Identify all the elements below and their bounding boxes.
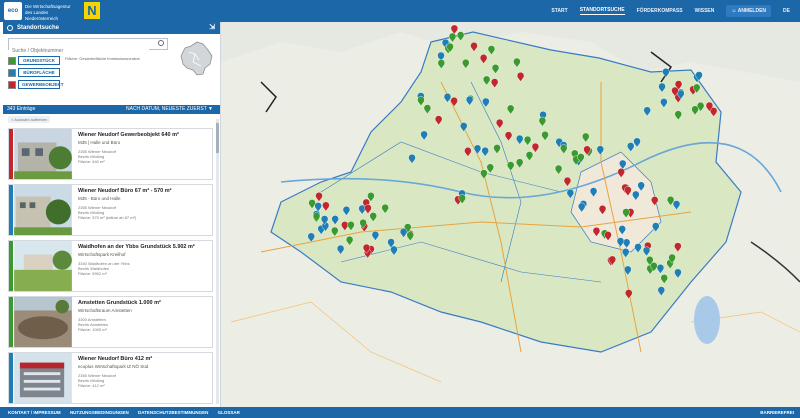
- footer: KONTAKT / IMPRESSUM NUTZUNGSBEDINGUNGEN …: [0, 407, 800, 418]
- main-nav: START STANDORTSUCHE FÖRDERKOMPASS WISSEN…: [551, 0, 790, 22]
- sort-label: NACH DATUM, NEUESTE ZUERST: [126, 106, 207, 112]
- listing-subtitle: Wirtschaftsraum Amstetten: [78, 308, 132, 313]
- footer-links: KONTAKT / IMPRESSUM NUTZUNGSBEDINGUNGEN …: [0, 407, 800, 418]
- map-view[interactable]: [221, 22, 800, 407]
- listing-card[interactable]: Wiener Neudorf Gewerbeobjekt 640 m² M35 …: [8, 128, 213, 180]
- listing-area: Fläche: 570 m² (teilbar ab 67 m²): [78, 215, 137, 220]
- listing-subtitle: ecoplus Wirtschaftspark IZ NÖ Süd: [78, 364, 149, 369]
- region-minimap[interactable]: [175, 38, 217, 80]
- list-scrollbar[interactable]: [216, 119, 219, 404]
- chip-gewerbeobjekt[interactable]: GEWERBEOBJEKT: [8, 80, 168, 89]
- listing-subtitle: M35 | Halle und Büro: [78, 140, 121, 145]
- listing-card[interactable]: Wiener Neudorf Büro 67 m² - 570 m² M35 -…: [8, 184, 213, 236]
- search-icon: [7, 25, 13, 31]
- scrollbar-thumb[interactable]: [216, 123, 219, 153]
- footer-link-datenschutz[interactable]: DATENSCHUTZBESTIMMUNGEN: [138, 410, 208, 415]
- buero-color-icon: [8, 68, 16, 77]
- sort-select[interactable]: NACH DATUM, NEUESTE ZUERST ▼: [126, 105, 213, 114]
- listing-photo: [14, 297, 72, 347]
- top-bar: eco plus Die Wirtschaftsagentur des Land…: [0, 0, 800, 32]
- results-count: 343 Einträge: [7, 106, 36, 112]
- nav-start[interactable]: START: [551, 8, 567, 14]
- clear-filter[interactable]: × Auswahl aufheben: [8, 116, 51, 123]
- listing-title: Wiener Neudorf Büro 412 m²: [78, 356, 153, 362]
- noe-logo[interactable]: N: [84, 2, 100, 19]
- listing-area: Fläche: 5902 m²: [78, 271, 107, 276]
- area-filter-note: Fläche: Gewerbefläche Immissionsneutral: [65, 56, 140, 61]
- listing-card[interactable]: Wiener Neudorf Büro 412 m² ecoplus Wirts…: [8, 352, 213, 404]
- search-box: [8, 38, 168, 56]
- listing-title: Wiener Neudorf Gewerbeobjekt 640 m²: [78, 132, 179, 138]
- map-canvas[interactable]: [221, 22, 800, 407]
- collapse-icon[interactable]: ⇲: [209, 22, 215, 34]
- chip-bueroflaeche[interactable]: BÜROFLÄCHE: [8, 68, 168, 77]
- nav-foerderkompass[interactable]: FÖRDERKOMPASS: [637, 8, 683, 14]
- results-bar: 343 Einträge NACH DATUM, NEUESTE ZUERST …: [3, 105, 220, 114]
- listing-photo: [14, 185, 72, 235]
- listing-card[interactable]: Waidhofen an der Ybbs Grundstück 5.902 m…: [8, 240, 213, 292]
- brand-line-2: des Landes Niederösterreich: [25, 10, 59, 21]
- magnifier-icon[interactable]: [158, 40, 164, 46]
- listing-photo: [14, 129, 72, 179]
- listing-title: Amstetten Grundstück 1.000 m²: [78, 300, 161, 306]
- listing-subtitle: M35 - Büro und Halle: [78, 196, 121, 201]
- brand-text: Die Wirtschaftsagentur des Landes Nieder…: [25, 4, 80, 22]
- listing-area: Fläche: 412 m²: [78, 383, 105, 388]
- chip-label-buero[interactable]: BÜROFLÄCHE: [18, 68, 60, 77]
- chip-label-gewerbe[interactable]: GEWERBEOBJEKT: [18, 80, 64, 89]
- panel-header: Standortsuche ⇲: [3, 22, 220, 34]
- footer-link-nutzung[interactable]: NUTZUNGSBEDINGUNGEN: [70, 410, 129, 415]
- search-input[interactable]: [9, 46, 149, 56]
- chip-label-grundstueck[interactable]: GRUNDSTÜCK: [18, 56, 60, 65]
- nav-wissen[interactable]: WISSEN: [695, 8, 715, 14]
- listing-area: Fläche: 640 m²: [78, 159, 105, 164]
- listing-area: Fläche: 1000 m²: [78, 327, 107, 332]
- login-label: ANMELDEN: [737, 8, 767, 14]
- footer-accessibility[interactable]: BARRIEREFREI: [760, 407, 794, 418]
- listing-subtitle: Wirtschaftspark Kreilhof: [78, 252, 126, 257]
- listing-title: Waidhofen an der Ybbs Grundstück 5.902 m…: [78, 244, 195, 250]
- language-select[interactable]: DE: [783, 8, 790, 14]
- footer-link-glossar[interactable]: GLOSSAR: [218, 410, 240, 415]
- panel-title: Standortsuche: [17, 25, 60, 31]
- gewerbe-color-icon: [8, 80, 16, 89]
- footer-link-kontakt[interactable]: KONTAKT / IMPRESSUM: [8, 410, 61, 415]
- type-filter: GRUNDSTÜCK BÜROFLÄCHE GEWERBEOBJEKT: [8, 56, 168, 92]
- listing-title: Wiener Neudorf Büro 67 m² - 570 m²: [78, 188, 172, 194]
- nav-standortsuche[interactable]: STANDORTSUCHE: [579, 7, 625, 15]
- login-button[interactable]: ☺ ANMELDEN: [726, 5, 772, 17]
- listing-photo: [14, 241, 72, 291]
- listing-card[interactable]: Amstetten Grundstück 1.000 m² Wirtschaft…: [8, 296, 213, 348]
- listing-photo: [14, 353, 72, 403]
- search-panel: Standortsuche ⇲ GRUNDSTÜCK BÜROFLÄCHE GE…: [3, 22, 221, 407]
- grundstueck-color-icon: [8, 56, 16, 65]
- ecoplus-logo[interactable]: eco plus: [4, 2, 22, 32]
